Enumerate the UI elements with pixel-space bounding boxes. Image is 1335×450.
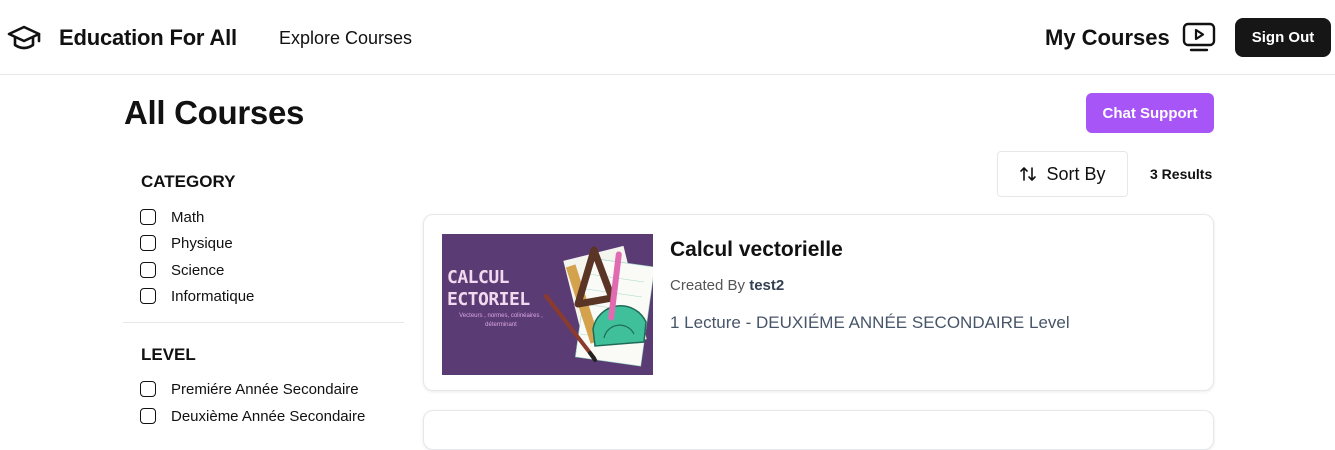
course-author: test2: [749, 277, 785, 294]
geometry-tools-illustration: [544, 245, 653, 367]
play-screen-icon[interactable]: [1182, 21, 1216, 53]
course-creator: Created By test2: [670, 277, 784, 294]
sign-out-button[interactable]: Sign Out: [1235, 18, 1331, 57]
course-title[interactable]: Calcul vectorielle: [670, 238, 843, 262]
checkbox[interactable]: [140, 262, 156, 278]
filter-label: Math: [171, 208, 205, 226]
created-by-prefix: Created By: [670, 277, 746, 294]
filter-category-math[interactable]: Math: [140, 207, 204, 227]
arrows-up-down-icon: [1020, 167, 1037, 181]
top-navbar: Education For All Explore Courses My Cou…: [0, 0, 1335, 75]
my-courses-link[interactable]: My Courses: [1045, 25, 1170, 51]
chat-support-button[interactable]: Chat Support: [1086, 93, 1214, 133]
filter-category-science[interactable]: Science: [140, 260, 224, 280]
results-count: 3 Results: [1150, 166, 1213, 182]
course-meta: 1 Lecture - DEUXIÉME ANNÉE SECONDAIRE Le…: [670, 313, 1070, 332]
filter-divider: [123, 322, 404, 323]
filter-category-informatique[interactable]: Informatique: [140, 286, 254, 306]
checkbox[interactable]: [140, 408, 156, 424]
filter-label: Premiére Année Secondaire: [171, 380, 359, 398]
filter-label: Science: [171, 261, 225, 279]
page-title: All Courses: [124, 94, 305, 131]
course-card[interactable]: [423, 410, 1214, 450]
filter-label: Deuxième Année Secondaire: [171, 407, 366, 425]
thumbnail-subtitle: Vecteurs , normes, colinéaires , détermi…: [459, 313, 543, 328]
sort-by-button[interactable]: Sort By: [997, 151, 1128, 197]
course-card[interactable]: CALCUL ECTORIEL Vecteurs , normes, colin…: [423, 214, 1214, 391]
explore-courses-link[interactable]: Explore Courses: [279, 28, 412, 49]
thumbnail-title: CALCUL ECTORIEL: [447, 267, 530, 310]
graduation-cap-icon: [7, 25, 41, 50]
level-heading: LEVEL: [141, 345, 196, 364]
filter-label: Informatique: [171, 287, 255, 305]
checkbox[interactable]: [140, 235, 156, 251]
checkbox[interactable]: [140, 381, 156, 397]
filter-label: Physique: [171, 234, 233, 252]
checkbox[interactable]: [140, 209, 156, 225]
checkbox[interactable]: [140, 288, 156, 304]
sort-label: Sort By: [1046, 163, 1106, 184]
brand-name[interactable]: Education For All: [59, 25, 237, 51]
category-heading: CATEGORY: [141, 172, 236, 191]
filter-level-premiere[interactable]: Premiére Année Secondaire: [140, 379, 359, 399]
filter-category-physique[interactable]: Physique: [140, 233, 233, 253]
course-thumbnail: CALCUL ECTORIEL Vecteurs , normes, colin…: [442, 234, 653, 375]
filter-level-deuxieme[interactable]: Deuxième Année Secondaire: [140, 406, 365, 426]
